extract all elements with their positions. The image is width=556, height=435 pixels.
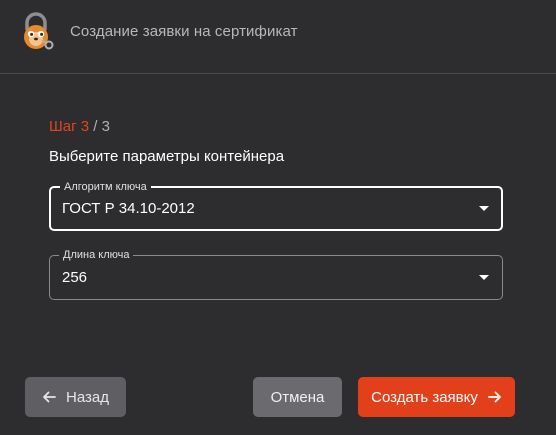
key-algorithm-value: ГОСТ Р 34.10-2012 — [62, 200, 195, 217]
dropdown-caret-icon — [479, 206, 489, 211]
arrow-right-icon — [487, 391, 501, 403]
dialog-header: Создание заявки на сертификат — [0, 0, 556, 74]
create-request-button[interactable]: Создать заявку — [358, 377, 515, 417]
cancel-button[interactable]: Отмена — [253, 377, 342, 417]
dialog-title: Создание заявки на сертификат — [70, 23, 298, 40]
key-algorithm-label: Алгоритм ключа — [60, 180, 151, 194]
create-request-button-label: Создать заявку — [371, 388, 478, 406]
key-length-label: Длина ключа — [59, 248, 134, 262]
key-algorithm-select[interactable]: Алгоритм ключа ГОСТ Р 34.10-2012 — [49, 180, 503, 231]
back-button-label: Назад — [66, 388, 109, 406]
section-subtitle: Выберите параметры контейнера — [49, 148, 285, 165]
step-total: / 3 — [89, 118, 110, 135]
step-indicator: Шаг 3 / 3 — [49, 118, 110, 135]
lock-mascot-icon — [24, 12, 54, 50]
key-length-select[interactable]: Длина ключа 256 — [49, 248, 503, 300]
step-current: Шаг 3 — [49, 118, 90, 135]
dropdown-caret-icon — [479, 275, 489, 280]
arrow-left-icon — [43, 391, 56, 403]
cancel-button-label: Отмена — [270, 388, 325, 406]
key-length-value: 256 — [62, 269, 88, 286]
dialog-window: Создание заявки на сертификат Шаг 3 / 3 … — [0, 0, 556, 435]
back-button[interactable]: Назад — [25, 377, 126, 417]
